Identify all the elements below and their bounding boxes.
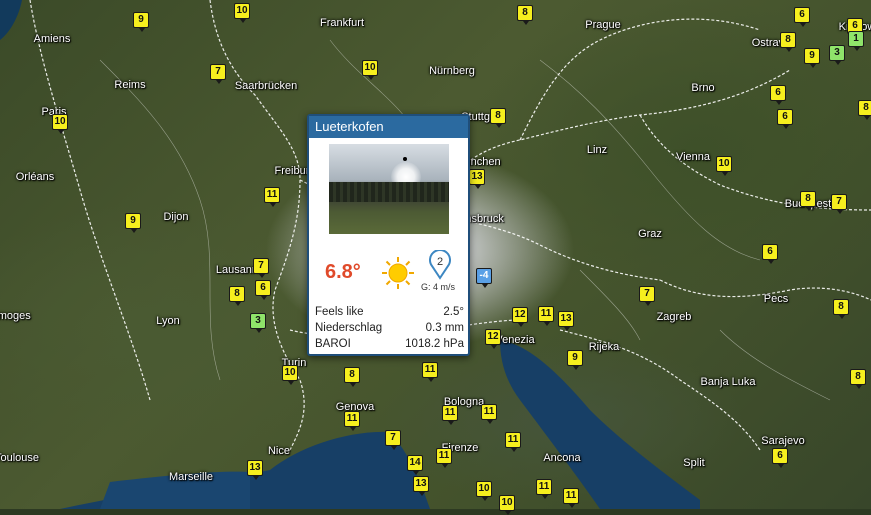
station-marker[interactable]: 13 [558,311,574,331]
station-marker[interactable]: 11 [422,362,438,382]
station-marker[interactable]: 3 [829,45,845,65]
station-marker[interactable]: 11 [436,448,452,468]
city-label: Nürnberg [429,65,475,77]
city-label: Lyon [156,315,180,327]
city-label: Saarbrücken [234,80,298,92]
station-marker[interactable]: 9 [567,350,583,370]
station-marker[interactable]: 6 [772,448,788,468]
station-marker[interactable]: 3 [250,313,266,333]
station-marker[interactable]: 6 [770,85,786,105]
temperature-value: 6.8° [325,261,361,283]
station-marker[interactable]: 13 [413,476,429,496]
city-label: Vienna [675,151,711,163]
station-marker[interactable]: 13 [247,460,263,480]
station-marker[interactable]: 6 [762,244,778,264]
station-marker[interactable]: 11 [538,306,554,326]
station-marker[interactable]: 8 [229,286,245,306]
feels-like-label: Feels like [315,306,364,318]
station-marker[interactable]: 6 [794,7,810,27]
station-marker[interactable]: 10 [362,60,378,80]
station-marker[interactable]: 7 [253,258,269,278]
precipitation-label: Niederschlag [315,322,383,334]
station-marker[interactable]: 8 [490,108,506,128]
city-label: Linz [586,144,608,156]
station-marker[interactable]: 7 [639,286,655,306]
city-label: Banja Luka [700,376,756,388]
station-marker[interactable]: 8 [850,369,866,389]
city-label: Prague [585,19,621,31]
station-marker[interactable]: 11 [442,405,458,425]
city-label: Nice [267,445,291,457]
station-marker[interactable]: 10 [234,3,250,23]
city-label: Split [683,457,705,469]
city-label: Sarajevo [761,435,805,447]
station-marker[interactable]: 7 [831,194,847,214]
city-label: Zagreb [656,311,692,323]
station-marker[interactable]: 10 [282,365,298,385]
popup-title: Lueterkofen [309,116,468,138]
city-label: Rijeka [588,341,620,353]
city-label: Brno [691,82,715,94]
station-marker[interactable]: 11 [344,411,360,431]
station-marker[interactable]: 1 [848,31,864,51]
wind-direction-icon: 2 [429,250,451,280]
station-marker[interactable]: 12 [485,329,501,349]
wind-gust-text: G: 4 m/s [421,282,456,292]
city-label: Orléans [15,171,55,183]
webcam-image[interactable] [329,144,449,234]
city-label: Graz [638,228,662,240]
precipitation-row: Niederschlag 0.3 mm [315,322,464,338]
station-marker[interactable]: 11 [505,432,521,452]
feels-like-value: 2.5° [443,306,464,318]
station-marker[interactable]: 10 [476,481,492,501]
pressure-label: BAROI [315,338,351,350]
city-label: Limoges [0,310,31,322]
station-marker[interactable]: 9 [133,12,149,32]
station-marker[interactable]: 8 [517,5,533,25]
precipitation-value: 0.3 mm [425,322,464,334]
station-marker[interactable]: 8 [833,299,849,319]
station-marker[interactable]: 11 [536,479,552,499]
station-marker[interactable]: 8 [344,367,360,387]
station-marker[interactable]: 7 [210,64,226,84]
station-marker[interactable]: -4 [476,268,492,288]
station-marker[interactable]: 12 [512,307,528,327]
city-label: Marseille [168,471,214,483]
city-label: Toulouse [0,452,40,464]
station-marker[interactable]: 6 [777,109,793,129]
station-marker[interactable]: 7 [385,430,401,450]
station-popup: Lueterkofen 6.8° 2 G: 4 m/s Feels like 2… [307,114,470,356]
station-marker[interactable]: 13 [469,169,485,189]
station-marker[interactable]: 8 [780,32,796,52]
station-marker[interactable]: 8 [858,100,871,120]
station-marker[interactable]: 6 [255,280,271,300]
station-marker[interactable]: 9 [125,213,141,233]
city-label: Pecs [763,293,789,305]
city-label: Amiens [33,33,71,45]
pressure-row: BAROI 1018.2 hPa [315,338,464,354]
city-label: Venezia [495,334,535,346]
city-label: Ancona [543,452,581,464]
feels-like-row: Feels like 2.5° [315,306,464,322]
pressure-value: 1018.2 hPa [405,338,464,350]
station-marker[interactable]: 14 [407,455,423,475]
station-marker[interactable]: 11 [481,404,497,424]
station-marker[interactable]: 11 [264,187,280,207]
sun-icon [382,257,414,289]
station-marker[interactable]: 10 [716,156,732,176]
city-label: Frankfurt [319,17,365,29]
station-marker[interactable]: 9 [804,48,820,68]
station-marker[interactable]: 10 [52,114,68,134]
city-label: Reims [114,79,146,91]
station-marker[interactable]: 11 [563,488,579,508]
station-marker[interactable]: 8 [800,191,816,211]
wind-number: 2 [437,256,443,268]
city-label: Dijon [163,211,189,223]
